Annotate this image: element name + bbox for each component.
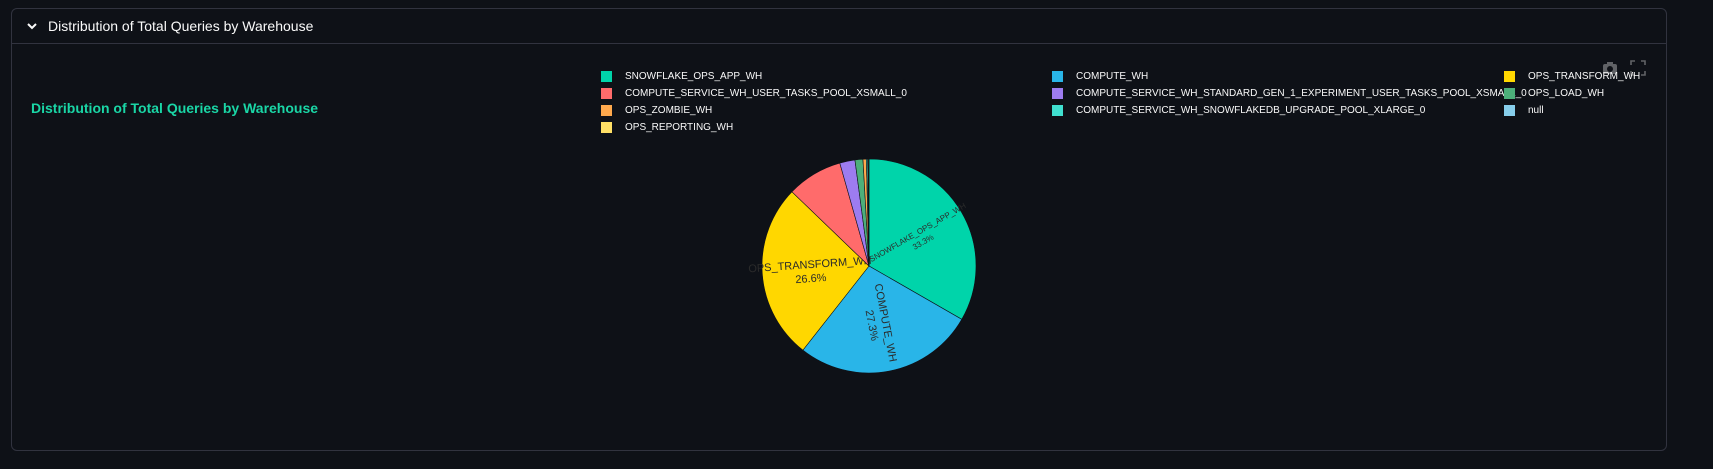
slice-percent: 26.6%: [795, 272, 827, 286]
chart-area: Distribution of Total Queries by Warehou…: [12, 44, 1666, 450]
expander-title: Distribution of Total Queries by Warehou…: [48, 18, 314, 34]
chevron-down-icon: [27, 23, 37, 30]
pie-chart: SNOWFLAKE_OPS_APP_WH33.3%COMPUTE_WH27.3%…: [748, 158, 977, 374]
chart-expander: Distribution of Total Queries by Warehou…: [11, 8, 1667, 451]
expander-header[interactable]: Distribution of Total Queries by Warehou…: [12, 9, 1666, 44]
